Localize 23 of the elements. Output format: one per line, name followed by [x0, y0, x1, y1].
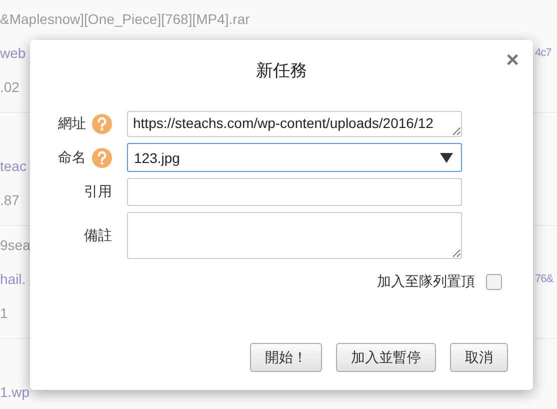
dialog-title: 新任務 — [256, 60, 307, 81]
field-label: 引用 — [84, 183, 112, 201]
file-size: 1 — [0, 305, 8, 321]
file-size: .02 — [0, 79, 20, 95]
dialog-button[interactable]: 取消 — [450, 343, 508, 372]
file-name: &Maplesnow][One_Piece][768][MP4].rar — [0, 11, 250, 27]
field-label: 網址 — [58, 115, 86, 133]
dropdown-caret-icon[interactable] — [440, 153, 453, 163]
note-field[interactable] — [127, 212, 462, 259]
top-of-queue-checkbox[interactable] — [486, 274, 502, 290]
file-size: .87 — [0, 192, 20, 208]
field-label: 備註 — [84, 226, 112, 244]
url-field[interactable]: https://steachs.com/wp-content/uploads/2016/12 — [127, 111, 462, 137]
help-icon[interactable] — [92, 148, 112, 168]
field-label: 命名 — [58, 148, 86, 166]
file-name: 9sea — [0, 237, 30, 253]
dialog-button[interactable]: 開始！ — [250, 343, 322, 372]
help-icon[interactable] — [92, 114, 112, 134]
name-combo-field[interactable]: 123.jpg — [127, 143, 462, 172]
reference-field[interactable] — [127, 178, 462, 206]
close-button[interactable]: × — [506, 47, 519, 73]
checkbox-label: 加入至隊列置頂 — [377, 273, 475, 291]
dialog-button[interactable]: 加入並暫停 — [336, 343, 436, 372]
